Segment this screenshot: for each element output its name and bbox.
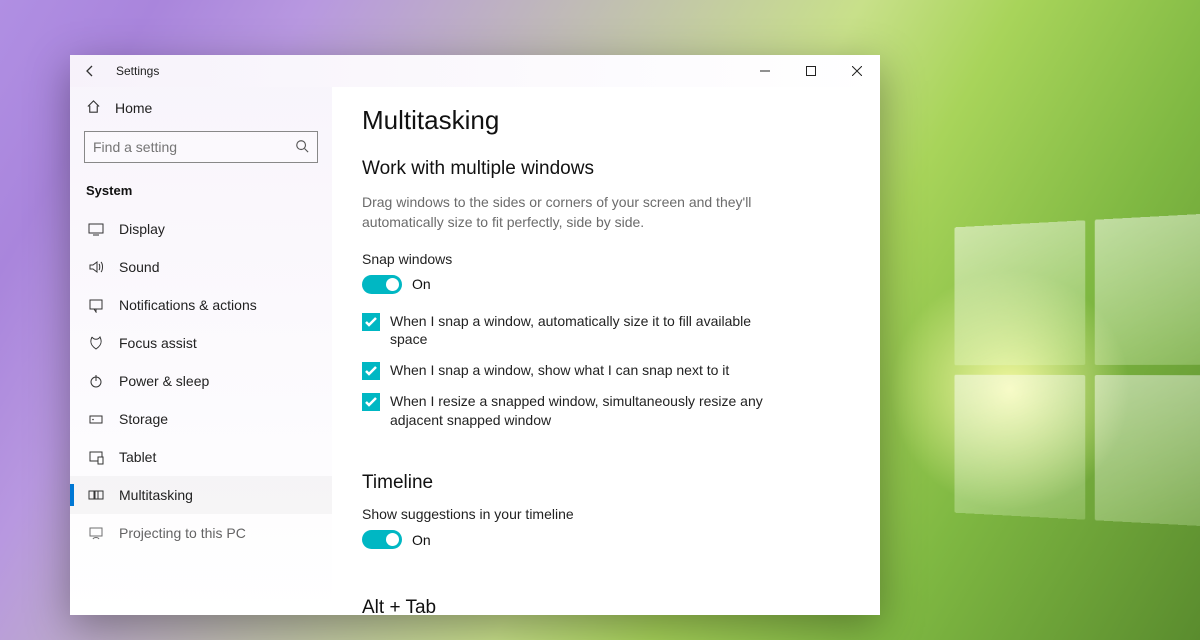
home-icon <box>86 99 101 117</box>
sidebar-nav: Display Sound Notifications & actions Fo… <box>70 210 332 615</box>
notifications-icon <box>88 297 104 313</box>
search-input[interactable] <box>93 139 295 155</box>
timeline-suggestions-toggle[interactable] <box>362 530 402 549</box>
sidebar-item-display[interactable]: Display <box>70 210 332 248</box>
section-heading-alttab: Alt + Tab <box>362 597 850 615</box>
checkbox-snap-assist[interactable] <box>362 362 380 380</box>
section-description: Drag windows to the sides or corners of … <box>362 192 782 233</box>
minimize-button[interactable] <box>742 55 788 87</box>
window-title: Settings <box>116 64 159 78</box>
multitasking-icon <box>88 487 104 503</box>
sidebar-home[interactable]: Home <box>70 87 332 127</box>
sidebar-item-multitasking[interactable]: Multitasking <box>70 476 332 514</box>
sidebar-item-focus-assist[interactable]: Focus assist <box>70 324 332 362</box>
sidebar-category: System <box>70 177 332 210</box>
storage-icon <box>88 411 104 427</box>
checkbox-label: When I snap a window, show what I can sn… <box>390 361 729 380</box>
sidebar-home-label: Home <box>115 100 152 116</box>
close-button[interactable] <box>834 55 880 87</box>
snap-windows-label: Snap windows <box>362 251 850 267</box>
timeline-suggestions-state: On <box>412 532 431 548</box>
section-heading-snap: Work with multiple windows <box>362 158 850 180</box>
sidebar: Home System Display Sound <box>70 87 332 615</box>
maximize-button[interactable] <box>788 55 834 87</box>
sidebar-item-sound[interactable]: Sound <box>70 248 332 286</box>
sidebar-item-tablet[interactable]: Tablet <box>70 438 332 476</box>
focus-assist-icon <box>88 335 104 351</box>
display-icon <box>88 221 104 237</box>
sidebar-item-label: Storage <box>119 411 168 427</box>
page-title: Multitasking <box>362 105 850 136</box>
power-icon <box>88 373 104 389</box>
tablet-icon <box>88 449 104 465</box>
wallpaper-windows-logo <box>954 212 1200 528</box>
checkbox-snap-resize[interactable] <box>362 393 380 411</box>
settings-window: Settings Home <box>70 55 880 615</box>
sidebar-item-power-sleep[interactable]: Power & sleep <box>70 362 332 400</box>
checkbox-snap-fill[interactable] <box>362 313 380 331</box>
sidebar-item-label: Projecting to this PC <box>119 525 246 541</box>
content-pane: Multitasking Work with multiple windows … <box>332 87 880 615</box>
snap-windows-state: On <box>412 276 431 292</box>
sidebar-item-label: Multitasking <box>119 487 193 503</box>
timeline-suggestions-label: Show suggestions in your timeline <box>362 506 850 522</box>
section-heading-timeline: Timeline <box>362 472 850 494</box>
sidebar-item-label: Focus assist <box>119 335 197 351</box>
search-icon <box>295 139 309 156</box>
checkbox-label: When I snap a window, automatically size… <box>390 312 792 350</box>
checkbox-label: When I resize a snapped window, simultan… <box>390 392 792 430</box>
back-button[interactable] <box>70 55 110 87</box>
projecting-icon <box>88 525 104 541</box>
sidebar-item-label: Sound <box>119 259 159 275</box>
sound-icon <box>88 259 104 275</box>
sidebar-item-notifications[interactable]: Notifications & actions <box>70 286 332 324</box>
sidebar-item-projecting[interactable]: Projecting to this PC <box>70 514 332 552</box>
sidebar-item-label: Notifications & actions <box>119 297 257 313</box>
search-box[interactable] <box>84 131 318 163</box>
snap-windows-toggle[interactable] <box>362 275 402 294</box>
sidebar-item-label: Display <box>119 221 165 237</box>
sidebar-item-label: Tablet <box>119 449 156 465</box>
sidebar-item-label: Power & sleep <box>119 373 209 389</box>
sidebar-item-storage[interactable]: Storage <box>70 400 332 438</box>
titlebar: Settings <box>70 55 880 87</box>
